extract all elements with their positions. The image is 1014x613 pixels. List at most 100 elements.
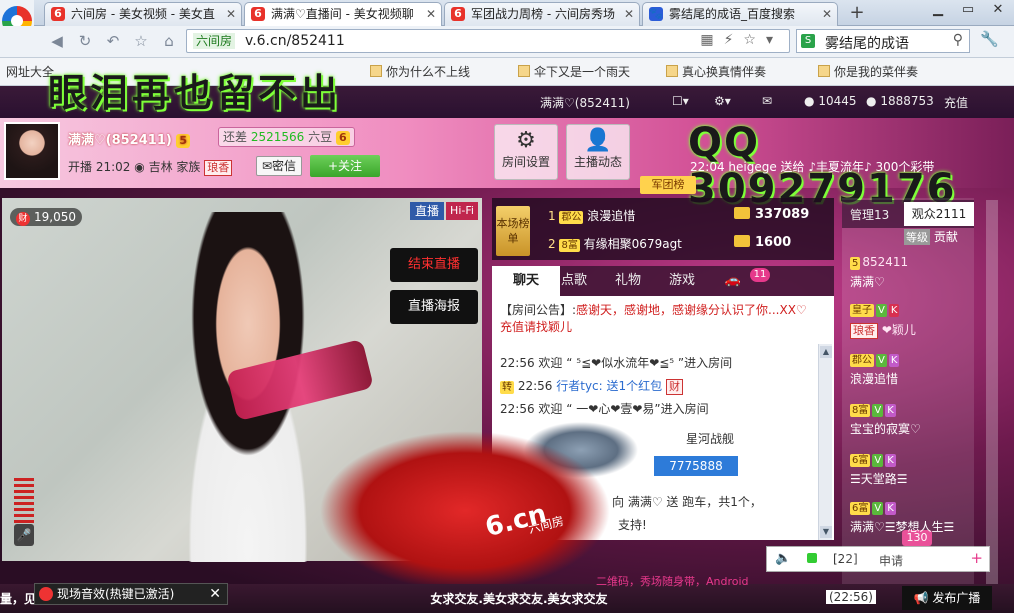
bookmark-item[interactable]: 你是我的菜伴奏 xyxy=(818,63,918,80)
tab-room[interactable]: 6 满满♡直播间 - 美女视频聊 ✕ xyxy=(244,2,442,26)
new-tab-button[interactable]: + xyxy=(842,3,872,25)
location-icon: ◉ xyxy=(134,160,145,174)
private-message-button[interactable]: ✉密信 xyxy=(256,156,302,176)
rank-badge: 郡公 xyxy=(559,211,584,224)
audience-scrollbar[interactable] xyxy=(986,200,998,600)
end-live-button[interactable]: 结束直播 xyxy=(390,248,478,282)
promo-text: 二维码，秀场随身带，Android xyxy=(596,575,749,588)
edit-icon[interactable]: ☐▾ xyxy=(672,94,689,108)
host-feed-button[interactable]: 👤 主播动态 xyxy=(566,124,630,180)
audience-sort[interactable]: 等级 贡献 xyxy=(904,228,958,245)
rank-badge: 8富 xyxy=(559,239,580,252)
audience-item[interactable]: 8富 V K xyxy=(850,402,898,417)
close-window-icon[interactable]: ✕ xyxy=(984,2,1012,22)
search-engine-icon[interactable]: S xyxy=(801,34,815,48)
bean-balance: ● 1888753 xyxy=(866,94,934,108)
host-avatar[interactable] xyxy=(4,122,60,180)
audio-effects-panel[interactable]: 现场音效(热键已激活) ✕ xyxy=(34,583,228,605)
host-level-badge: 5 xyxy=(176,134,190,148)
live-poster-button[interactable]: 直播海报 xyxy=(390,290,478,324)
army-rank-tag[interactable]: 军团榜 xyxy=(640,176,696,194)
audience-item[interactable]: 5 852411 xyxy=(850,255,908,270)
speaker-icon[interactable]: 🔈 xyxy=(775,551,791,566)
search-box[interactable]: S 雾结尾的成语 ⚲ xyxy=(796,29,970,53)
live-tag: 直播 xyxy=(410,202,444,220)
chat-message: 转 22:56 行者tyc: 送1个红包 财 xyxy=(500,377,683,395)
close-icon[interactable]: ✕ xyxy=(209,584,221,604)
back-icon[interactable]: ◀ xyxy=(46,30,68,52)
bookmark-item[interactable]: 伞下又是一个雨天 xyxy=(518,63,630,80)
publish-broadcast-button[interactable]: 📢 发布广播 xyxy=(902,586,992,610)
gift-message: 向 满满♡ 送 跑车，共1个， xyxy=(612,495,762,509)
room-notice: 【房间公告】:感谢天，感谢地，感谢缘分认识了你...XX♡ 充值请找颖儿 xyxy=(500,303,807,334)
chat-message: 22:56 欢迎 “ 一❤心❤壹❤易”进入房间 xyxy=(500,402,709,416)
wealth-icon: 财 xyxy=(665,379,683,395)
search-input[interactable]: 雾结尾的成语 xyxy=(825,33,909,53)
url-field[interactable]: 六间房 v.6.cn/852411 ▦⚡☆▾ xyxy=(186,29,790,53)
transfer-badge: 转 xyxy=(500,381,514,394)
audience-item[interactable]: 琅香 ❤颖儿 xyxy=(850,321,916,339)
tab-baidu[interactable]: 🐾 雾结尾的成语_百度搜索 ✕ xyxy=(642,2,838,26)
volume-meter[interactable] xyxy=(14,478,34,526)
settings-icon[interactable]: ⚙▾ xyxy=(714,94,731,108)
home-icon[interactable]: ⌂ xyxy=(158,30,180,52)
ranking-value: 1600 xyxy=(734,235,791,250)
maximize-icon[interactable]: ▭ xyxy=(954,2,982,22)
bookmark-item[interactable]: 你为什么不上线 xyxy=(370,63,470,80)
tab-army-rank[interactable]: 6 军团战力周榜 - 六间房秀场 ✕ xyxy=(444,2,640,26)
megaphone-icon: 📢 xyxy=(913,591,933,605)
close-icon[interactable]: ✕ xyxy=(226,3,236,25)
audience-item[interactable]: 郡公 V K xyxy=(850,352,901,367)
gold-icon xyxy=(734,207,750,219)
audience-item[interactable]: 皇子 V K xyxy=(850,302,901,317)
wrench-icon[interactable]: 🔧 xyxy=(980,30,999,48)
tab-liujianfang-home[interactable]: 6 六间房 - 美女视频 - 美女直 ✕ xyxy=(44,2,242,26)
hifi-tag[interactable]: Hi-Fi xyxy=(446,202,478,220)
tab-admins[interactable]: 管理13 xyxy=(850,206,889,223)
ranking-row[interactable]: 1 郡公 浪漫追惜 xyxy=(548,207,635,224)
gift-count: 7775888 xyxy=(654,456,738,476)
audience-item[interactable]: 6富 V K xyxy=(850,500,898,515)
file-icon xyxy=(818,65,830,77)
bookmark-item[interactable]: 网址大全 xyxy=(6,63,54,80)
audience-item-name: ☰天堂路☰ xyxy=(850,472,908,486)
liujianfang-icon: 6 xyxy=(51,7,65,21)
audience-item-name: 满满♡☰梦想人生☰ xyxy=(850,520,955,534)
minimize-icon[interactable]: ▁ xyxy=(924,2,952,22)
follow-button[interactable]: +关注 xyxy=(310,155,380,177)
address-bar: ◀ ↻ ↶ ☆ ⌂ 六间房 v.6.cn/852411 ▦⚡☆▾ S 雾结尾的成… xyxy=(0,26,1014,58)
undo-icon[interactable]: ↶ xyxy=(102,30,124,52)
mail-icon: ✉ xyxy=(261,159,273,173)
refresh-icon[interactable]: ↻ xyxy=(74,30,96,52)
gift-name: 星河战舰 xyxy=(686,432,735,446)
close-icon[interactable]: ✕ xyxy=(426,3,436,25)
tab-label: 满满♡直播间 - 美女视频聊 xyxy=(271,7,414,21)
chat-scrollbar[interactable]: ▲ ▼ xyxy=(818,344,832,540)
search-icon[interactable]: ⚲ xyxy=(953,32,963,48)
audience-item-name: 宝宝的寂寞♡ xyxy=(850,422,921,436)
liujianfang-icon: 6 xyxy=(451,7,465,21)
bean-icon: ● xyxy=(866,94,877,108)
url-tools-icon[interactable]: ▦⚡☆▾ xyxy=(700,32,783,48)
bookmark-item[interactable]: 真心换真情伴奏 xyxy=(666,63,766,80)
mic-icon[interactable]: 🎤 xyxy=(14,524,34,546)
file-icon xyxy=(518,65,530,77)
level-progress: 还差 2521566 六豆 6 xyxy=(218,127,355,147)
audience-item[interactable]: 6富 V K xyxy=(850,452,898,467)
top-user[interactable]: 满满♡(852411) xyxy=(540,94,630,111)
scroll-down-icon[interactable]: ▼ xyxy=(820,526,832,538)
family-tag[interactable]: 琅香 xyxy=(204,160,233,176)
ranking-value: 337089 xyxy=(734,207,809,222)
close-icon[interactable]: ✕ xyxy=(624,3,634,25)
mail-icon[interactable]: ✉ xyxy=(762,94,772,108)
ranking-row[interactable]: 2 8富 有缘相聚0679agt xyxy=(548,235,682,252)
chat-message: 22:56 欢迎 “ ⁵≦❤似水流年❤≦⁵ ”进入房间 xyxy=(500,356,733,370)
tab-viewers[interactable]: 观众2111 xyxy=(904,202,974,226)
audio-icon xyxy=(39,587,53,601)
bookmark-star-icon[interactable]: ☆ xyxy=(130,30,152,52)
recharge-link[interactable]: 充值 xyxy=(944,94,968,111)
timestamp: (22:56) xyxy=(826,590,876,604)
room-settings-button[interactable]: ⚙ 房间设置 xyxy=(494,124,558,180)
close-icon[interactable]: ✕ xyxy=(822,3,832,25)
scroll-up-icon[interactable]: ▲ xyxy=(820,346,832,358)
